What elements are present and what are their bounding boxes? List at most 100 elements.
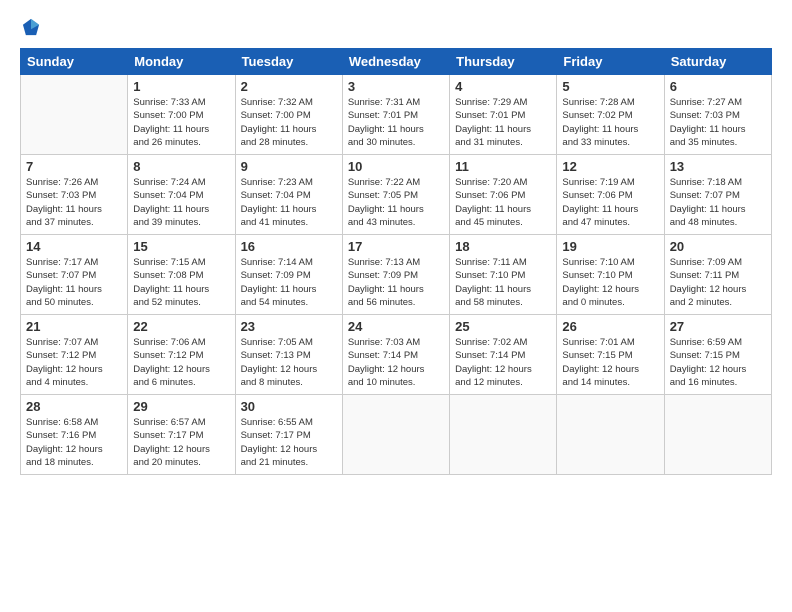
calendar-day-cell: 5Sunrise: 7:28 AM Sunset: 7:02 PM Daylig…	[557, 75, 664, 155]
day-info: Sunrise: 7:32 AM Sunset: 7:00 PM Dayligh…	[241, 96, 337, 149]
calendar-day-cell: 28Sunrise: 6:58 AM Sunset: 7:16 PM Dayli…	[21, 395, 128, 475]
day-info: Sunrise: 7:14 AM Sunset: 7:09 PM Dayligh…	[241, 256, 337, 309]
calendar-day-cell: 6Sunrise: 7:27 AM Sunset: 7:03 PM Daylig…	[664, 75, 771, 155]
day-info: Sunrise: 7:33 AM Sunset: 7:00 PM Dayligh…	[133, 96, 229, 149]
calendar-day-cell: 24 Sunrise: 7:03 AM Sunset: 7:14 PM Dayli…	[342, 315, 449, 395]
day-number: 22	[133, 319, 229, 334]
day-info: Sunrise: 6:55 AM Sunset: 7:17 PM Dayligh…	[241, 416, 337, 469]
calendar-week-row: 21 Sunrise: 7:07 AM Sunset: 7:12 PM Dayli…	[21, 315, 772, 395]
calendar-day-cell: 13 Sunrise: 7:18 AM Sunset: 7:07 PM Dayli…	[664, 155, 771, 235]
day-number: 2	[241, 79, 337, 94]
weekday-header: Monday	[128, 49, 235, 75]
calendar-day-cell: 20 Sunrise: 7:09 AM Sunset: 7:11 PM Dayli…	[664, 235, 771, 315]
day-number: 10	[348, 159, 444, 174]
calendar-day-cell: 7 Sunrise: 7:26 AM Sunset: 7:03 PM Daylig…	[21, 155, 128, 235]
day-info: Sunrise: 7:19 AM Sunset: 7:06 PM Dayligh…	[562, 176, 658, 229]
calendar-day-cell	[664, 395, 771, 475]
day-info: Sunrise: 7:24 AM Sunset: 7:04 PM Dayligh…	[133, 176, 229, 229]
day-info: Sunrise: 7:28 AM Sunset: 7:02 PM Dayligh…	[562, 96, 658, 149]
day-number: 12	[562, 159, 658, 174]
day-number: 13	[670, 159, 766, 174]
weekday-header: Friday	[557, 49, 664, 75]
page-container: SundayMondayTuesdayWednesdayThursdayFrid…	[0, 0, 792, 612]
calendar-day-cell: 11Sunrise: 7:20 AM Sunset: 7:06 PM Dayli…	[450, 155, 557, 235]
day-number: 4	[455, 79, 551, 94]
day-info: Sunrise: 7:07 AM Sunset: 7:12 PM Dayligh…	[26, 336, 122, 389]
calendar-day-cell: 25 Sunrise: 7:02 AM Sunset: 7:14 PM Dayli…	[450, 315, 557, 395]
day-number: 3	[348, 79, 444, 94]
calendar-day-cell: 14 Sunrise: 7:17 AM Sunset: 7:07 PM Dayli…	[21, 235, 128, 315]
calendar-week-row: 7 Sunrise: 7:26 AM Sunset: 7:03 PM Daylig…	[21, 155, 772, 235]
day-number: 30	[241, 399, 337, 414]
calendar-day-cell	[342, 395, 449, 475]
day-info: Sunrise: 7:11 AM Sunset: 7:10 PM Dayligh…	[455, 256, 551, 309]
header	[20, 16, 772, 38]
calendar-day-cell: 16Sunrise: 7:14 AM Sunset: 7:09 PM Dayli…	[235, 235, 342, 315]
day-info: Sunrise: 7:22 AM Sunset: 7:05 PM Dayligh…	[348, 176, 444, 229]
day-number: 27	[670, 319, 766, 334]
day-info: Sunrise: 7:23 AM Sunset: 7:04 PM Dayligh…	[241, 176, 337, 229]
day-info: Sunrise: 7:26 AM Sunset: 7:03 PM Dayligh…	[26, 176, 122, 229]
weekday-header: Saturday	[664, 49, 771, 75]
weekday-header: Thursday	[450, 49, 557, 75]
day-info: Sunrise: 7:20 AM Sunset: 7:06 PM Dayligh…	[455, 176, 551, 229]
calendar-week-row: 14 Sunrise: 7:17 AM Sunset: 7:07 PM Dayli…	[21, 235, 772, 315]
calendar-day-cell: 1 Sunrise: 7:33 AM Sunset: 7:00 PM Daylig…	[128, 75, 235, 155]
calendar-day-cell: 17 Sunrise: 7:13 AM Sunset: 7:09 PM Dayli…	[342, 235, 449, 315]
day-number: 7	[26, 159, 122, 174]
day-number: 6	[670, 79, 766, 94]
weekday-header: Wednesday	[342, 49, 449, 75]
day-info: Sunrise: 7:05 AM Sunset: 7:13 PM Dayligh…	[241, 336, 337, 389]
day-number: 24	[348, 319, 444, 334]
day-info: Sunrise: 7:31 AM Sunset: 7:01 PM Dayligh…	[348, 96, 444, 149]
day-number: 20	[670, 239, 766, 254]
day-number: 25	[455, 319, 551, 334]
calendar-day-cell: 12 Sunrise: 7:19 AM Sunset: 7:06 PM Dayli…	[557, 155, 664, 235]
day-number: 14	[26, 239, 122, 254]
calendar-day-cell: 23Sunrise: 7:05 AM Sunset: 7:13 PM Dayli…	[235, 315, 342, 395]
day-info: Sunrise: 7:17 AM Sunset: 7:07 PM Dayligh…	[26, 256, 122, 309]
calendar-day-cell: 19 Sunrise: 7:10 AM Sunset: 7:10 PM Dayli…	[557, 235, 664, 315]
calendar-day-cell: 30 Sunrise: 6:55 AM Sunset: 7:17 PM Dayli…	[235, 395, 342, 475]
day-info: Sunrise: 7:10 AM Sunset: 7:10 PM Dayligh…	[562, 256, 658, 309]
day-number: 19	[562, 239, 658, 254]
day-number: 21	[26, 319, 122, 334]
calendar-table: SundayMondayTuesdayWednesdayThursdayFrid…	[20, 48, 772, 475]
day-info: Sunrise: 7:18 AM Sunset: 7:07 PM Dayligh…	[670, 176, 766, 229]
day-info: Sunrise: 7:13 AM Sunset: 7:09 PM Dayligh…	[348, 256, 444, 309]
calendar-day-cell: 2 Sunrise: 7:32 AM Sunset: 7:00 PM Daylig…	[235, 75, 342, 155]
calendar-header-row: SundayMondayTuesdayWednesdayThursdayFrid…	[21, 49, 772, 75]
day-info: Sunrise: 7:06 AM Sunset: 7:12 PM Dayligh…	[133, 336, 229, 389]
calendar-day-cell: 3 Sunrise: 7:31 AM Sunset: 7:01 PM Daylig…	[342, 75, 449, 155]
calendar-day-cell: 26 Sunrise: 7:01 AM Sunset: 7:15 PM Dayli…	[557, 315, 664, 395]
day-info: Sunrise: 6:58 AM Sunset: 7:16 PM Dayligh…	[26, 416, 122, 469]
day-number: 1	[133, 79, 229, 94]
day-info: Sunrise: 7:02 AM Sunset: 7:14 PM Dayligh…	[455, 336, 551, 389]
day-number: 17	[348, 239, 444, 254]
calendar-day-cell	[557, 395, 664, 475]
calendar-day-cell: 15Sunrise: 7:15 AM Sunset: 7:08 PM Dayli…	[128, 235, 235, 315]
calendar-day-cell: 27 Sunrise: 6:59 AM Sunset: 7:15 PM Dayli…	[664, 315, 771, 395]
calendar-day-cell	[450, 395, 557, 475]
calendar-day-cell: 10 Sunrise: 7:22 AM Sunset: 7:05 PM Dayli…	[342, 155, 449, 235]
calendar-day-cell: 22 Sunrise: 7:06 AM Sunset: 7:12 PM Dayli…	[128, 315, 235, 395]
calendar-day-cell: 8 Sunrise: 7:24 AM Sunset: 7:04 PM Daylig…	[128, 155, 235, 235]
day-info: Sunrise: 7:09 AM Sunset: 7:11 PM Dayligh…	[670, 256, 766, 309]
day-info: Sunrise: 7:01 AM Sunset: 7:15 PM Dayligh…	[562, 336, 658, 389]
day-info: Sunrise: 7:03 AM Sunset: 7:14 PM Dayligh…	[348, 336, 444, 389]
calendar-day-cell: 9 Sunrise: 7:23 AM Sunset: 7:04 PM Daylig…	[235, 155, 342, 235]
day-number: 18	[455, 239, 551, 254]
logo	[20, 16, 46, 38]
calendar-day-cell: 21 Sunrise: 7:07 AM Sunset: 7:12 PM Dayli…	[21, 315, 128, 395]
day-number: 15	[133, 239, 229, 254]
weekday-header: Tuesday	[235, 49, 342, 75]
weekday-header: Sunday	[21, 49, 128, 75]
day-info: Sunrise: 6:57 AM Sunset: 7:17 PM Dayligh…	[133, 416, 229, 469]
calendar-day-cell	[21, 75, 128, 155]
day-number: 26	[562, 319, 658, 334]
day-number: 8	[133, 159, 229, 174]
calendar-week-row: 1 Sunrise: 7:33 AM Sunset: 7:00 PM Daylig…	[21, 75, 772, 155]
day-number: 9	[241, 159, 337, 174]
logo-icon	[20, 16, 42, 38]
day-info: Sunrise: 6:59 AM Sunset: 7:15 PM Dayligh…	[670, 336, 766, 389]
